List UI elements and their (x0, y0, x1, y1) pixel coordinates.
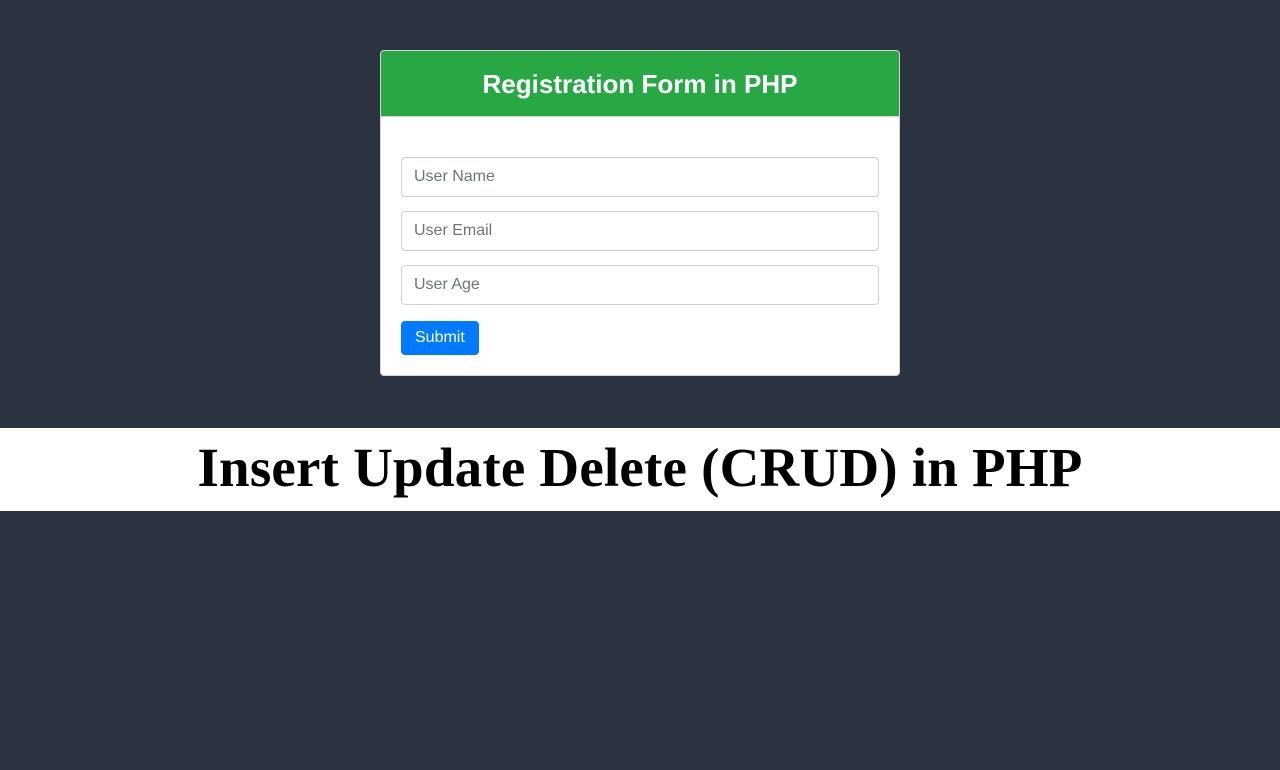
submit-button[interactable]: Submit (401, 321, 479, 355)
title-banner: Insert Update Delete (CRUD) in PHP (0, 428, 1280, 511)
registration-card: Registration Form in PHP Submit (380, 50, 900, 376)
card-body: Submit (381, 117, 899, 375)
banner-text: Insert Update Delete (CRUD) in PHP (197, 437, 1082, 498)
form-title: Registration Form in PHP (483, 69, 798, 99)
user-email-input[interactable] (401, 211, 879, 251)
card-header: Registration Form in PHP (381, 51, 899, 117)
user-name-input[interactable] (401, 157, 879, 197)
user-age-input[interactable] (401, 265, 879, 305)
